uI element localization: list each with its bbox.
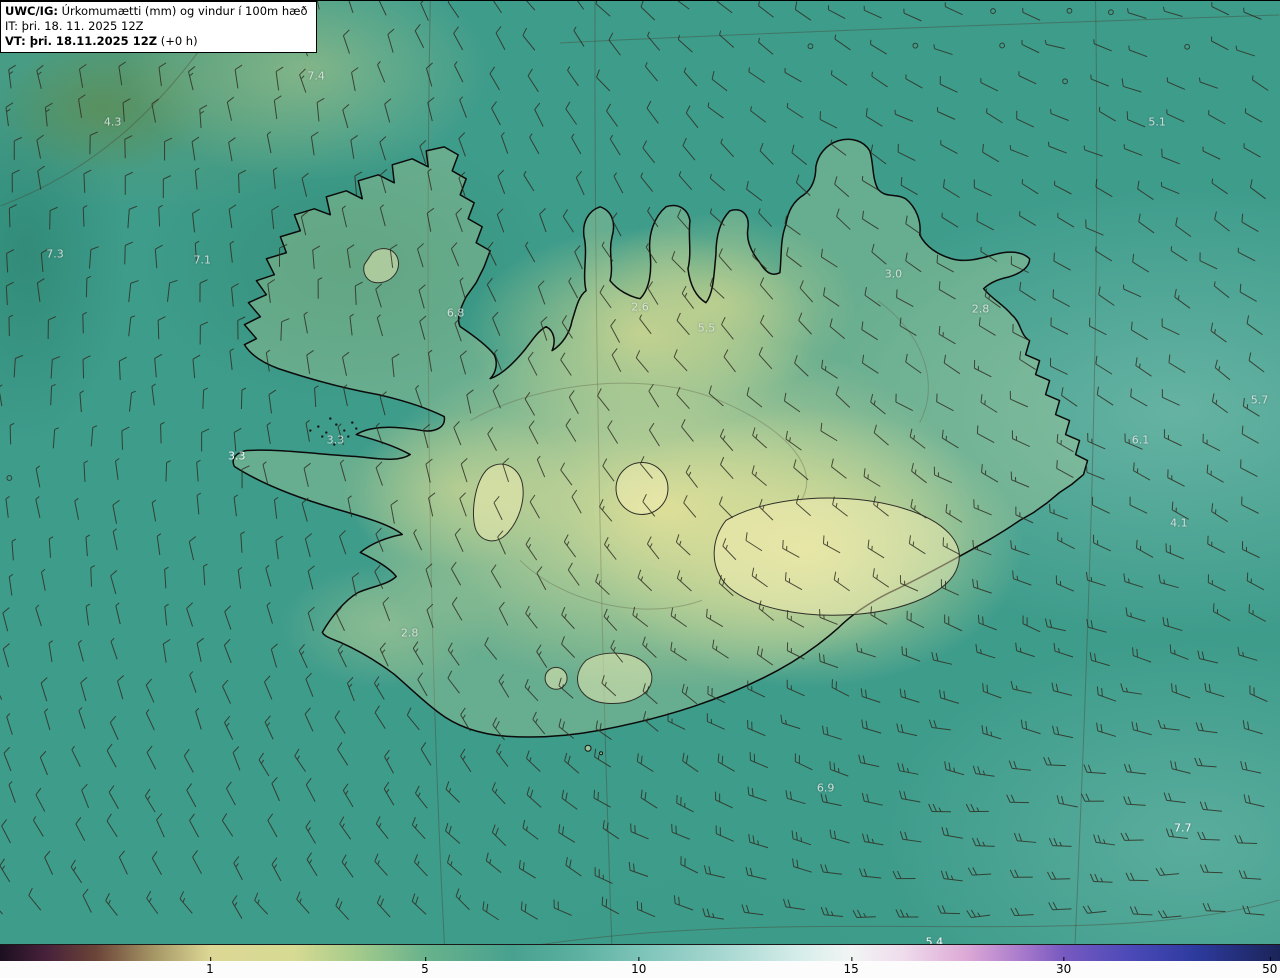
model-name: UWC/IG: xyxy=(5,4,58,18)
iceland-coastline xyxy=(232,138,1089,738)
title-text: Úrkomumætti (mm) og vindur í 100m hæð xyxy=(57,4,308,18)
map-area: 7.4 4.3 5.1 7.3 7.1 3.0 2.6 2.8 6.8 5.5 5.7 3.3 6.1 3… xyxy=(0,1,1280,978)
vestmannaeyjar-islands xyxy=(584,744,604,756)
myrdalsjokull-outline xyxy=(577,652,653,705)
colorbar: 1 5 10 15 30 50 xyxy=(0,944,1280,978)
iceland-map-svg xyxy=(0,1,1280,978)
valid-time-line: VT: þri. 18.11.2025 12Z (+0 h) xyxy=(5,34,308,49)
weather-map-canvas: 7.4 4.3 5.1 7.3 7.1 3.0 2.6 2.8 6.8 5.5 5.7 3.3 6.1 3… xyxy=(0,0,1280,978)
eyjafjallajokull-outline xyxy=(544,666,568,690)
colorbar-tick: 5 xyxy=(421,957,429,976)
colorbar-gradient xyxy=(0,944,1280,961)
init-time-line: IT: þri. 18. 11. 2025 12Z xyxy=(5,18,144,33)
colorbar-tick: 10 xyxy=(631,957,647,976)
map-title-box: UWC/IG: Úrkomumætti (mm) og vindur í 100… xyxy=(0,1,317,53)
colorbar-tick: 50 xyxy=(1262,957,1278,976)
colorbar-tick: 30 xyxy=(1056,957,1072,976)
colorbar-tick-labels: 1 5 10 15 30 50 xyxy=(0,957,1280,978)
colorbar-tick: 15 xyxy=(843,957,859,976)
title-line: UWC/IG: Úrkomumætti (mm) og vindur í 100… xyxy=(5,4,308,19)
valid-time-bold: VT: þri. 18.11.2025 12Z xyxy=(5,33,158,48)
valid-time-offset: (+0 h) xyxy=(157,33,198,48)
breidafjordur-islands xyxy=(309,417,358,446)
hofsjokull-outline xyxy=(615,462,669,515)
colorbar-tick: 1 xyxy=(206,957,214,976)
